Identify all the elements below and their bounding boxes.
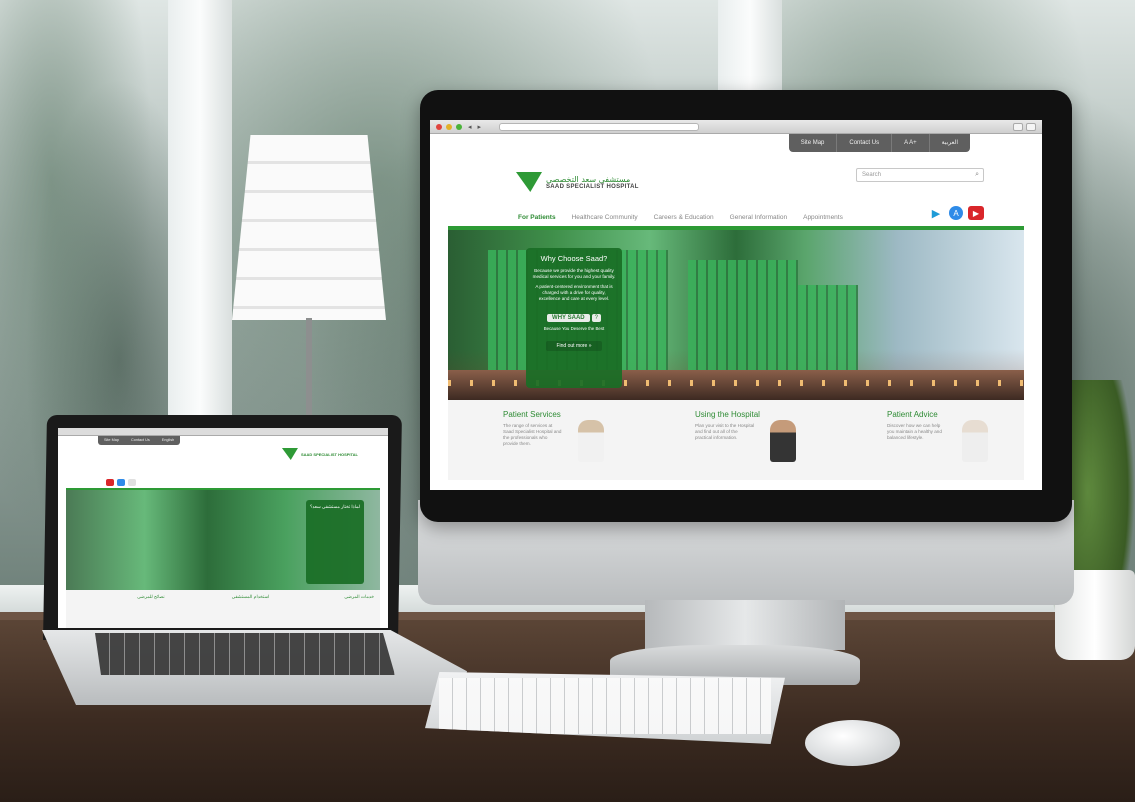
main-nav: For Patients Healthcare Community Career… xyxy=(518,214,843,221)
lamp-pole xyxy=(306,318,312,418)
tabs-icon[interactable] xyxy=(1026,122,1036,131)
services-strip: Patient Services The range of services a… xyxy=(448,400,1024,480)
service-text: Discover how we can help you maintain a … xyxy=(887,423,942,440)
app-links xyxy=(106,479,136,486)
nav-careers-education[interactable]: Careers & Education xyxy=(654,214,714,221)
imac-screen: ◂ ▸ Site Map Contact Us A A+ العربية Sea… xyxy=(430,120,1042,490)
service-title: Patient Services xyxy=(503,410,561,419)
promo-title: Why Choose Saad? xyxy=(540,254,608,263)
logo-mark-icon xyxy=(516,172,542,192)
service-title: خدمات المرضى xyxy=(344,594,375,599)
utility-bar: Site Map Contact Us English xyxy=(98,436,181,445)
service-card-using-hospital[interactable]: Using the Hospital Plan your visit to th… xyxy=(640,400,832,480)
browser-toolbar: ◂ ▸ xyxy=(430,120,1042,134)
search-icon[interactable]: ⌕ xyxy=(975,169,979,181)
google-play-icon[interactable] xyxy=(128,479,136,486)
service-card[interactable]: استخدام المستشفى xyxy=(171,590,276,628)
service-title: نصائح للمرضى xyxy=(137,594,165,599)
contact-link[interactable]: Contact Us xyxy=(125,436,156,445)
service-card-patient-services[interactable]: Patient Services The range of services a… xyxy=(448,400,640,480)
nav-for-patients[interactable]: For Patients xyxy=(518,214,556,221)
language-switch[interactable]: العربية xyxy=(930,134,970,152)
apple-logo-icon xyxy=(680,530,704,558)
nav-appointments[interactable]: Appointments xyxy=(803,214,843,221)
hospital-logo[interactable]: SAAD SPECIALIST HOSPITAL xyxy=(281,448,358,460)
family-photo xyxy=(770,420,796,462)
nav-general-information[interactable]: General Information xyxy=(730,214,787,221)
nav-healthcare-community[interactable]: Healthcare Community xyxy=(572,214,638,221)
hero-banner: لماذا تختار مستشفى سعد؟ xyxy=(66,490,380,590)
find-out-more-button[interactable]: Find out more » xyxy=(546,341,602,351)
hospital-building-image xyxy=(798,285,858,370)
service-card[interactable]: خدمات المرضى xyxy=(275,590,380,628)
service-title: استخدام المستشفى xyxy=(231,594,270,599)
desk-scene: ◂ ▸ Site Map Contact Us A A+ العربية Sea… xyxy=(0,0,1135,802)
service-title: Using the Hospital xyxy=(695,410,760,419)
logo-english-text: SAAD SPECIALIST HOSPITAL xyxy=(546,183,639,190)
minimize-window-icon[interactable] xyxy=(446,123,452,130)
youtube-icon[interactable]: ▶ xyxy=(968,206,984,220)
service-text: The range of services at Saad Specialist… xyxy=(503,423,562,446)
promo-tagline: Because You Deserve the Best xyxy=(543,326,605,331)
browser-toolbar xyxy=(58,428,388,436)
hospital-building-image xyxy=(688,260,798,370)
address-bar[interactable] xyxy=(499,122,700,131)
services-strip: نصائح للمرضى استخدام المستشفى خدمات المر… xyxy=(66,590,380,628)
font-size-toggle[interactable]: A A+ xyxy=(892,134,930,152)
nurse-photo xyxy=(962,420,988,462)
why-saad-badge: WHY SAAD xyxy=(547,314,590,322)
close-window-icon[interactable] xyxy=(436,123,442,130)
promo-title: لماذا تختار مستشفى سعد؟ xyxy=(310,504,360,509)
sitemap-link[interactable]: Site Map xyxy=(98,436,125,445)
browser-actions xyxy=(1013,122,1036,131)
why-choose-panel: Why Choose Saad? Because we provide the … xyxy=(526,248,622,388)
language-switch[interactable]: English xyxy=(156,436,180,445)
service-text: Plan your visit to the Hospital and find… xyxy=(695,423,755,440)
app-links: ▶ A ▶ xyxy=(928,206,984,220)
question-mark-icon: ? xyxy=(591,314,601,322)
promo-text: Because we provide the highest quality m… xyxy=(532,268,616,279)
laptop-screen: Site Map Contact Us English SAAD SPECIAL… xyxy=(58,428,388,628)
share-icon[interactable] xyxy=(1013,122,1023,131)
utility-bar: Site Map Contact Us A A+ العربية xyxy=(788,134,970,152)
magic-mouse xyxy=(805,720,900,766)
why-choose-panel: لماذا تختار مستشفى سعد؟ xyxy=(306,500,364,584)
laptop-keyboard xyxy=(95,633,395,675)
forward-arrow-icon[interactable]: ▸ xyxy=(478,123,482,131)
imac-stand xyxy=(645,600,845,650)
sitemap-link[interactable]: Site Map xyxy=(789,134,838,152)
app-store-icon[interactable]: A xyxy=(949,206,963,220)
promo-text: A patient-centered environment that is c… xyxy=(535,284,613,301)
service-title: Patient Advice xyxy=(887,410,938,419)
google-play-icon[interactable]: ▶ xyxy=(928,206,944,220)
search-input[interactable]: Search ⌕ xyxy=(856,168,984,182)
hospital-logo[interactable]: مستشفى سعد التخصصي SAAD SPECIALIST HOSPI… xyxy=(516,172,639,192)
app-store-icon[interactable] xyxy=(117,479,125,486)
back-arrow-icon[interactable]: ◂ xyxy=(468,123,472,131)
hero-banner: Why Choose Saad? Because we provide the … xyxy=(448,230,1024,400)
lamp-shade xyxy=(232,135,386,320)
logo-arabic-text: مستشفى سعد التخصصي xyxy=(546,174,631,184)
youtube-icon[interactable] xyxy=(106,479,114,486)
logo-mark-icon xyxy=(281,448,298,460)
contact-link[interactable]: Contact Us xyxy=(837,134,893,152)
doctors-photo xyxy=(578,420,604,462)
service-card-patient-advice[interactable]: Patient Advice Discover how we can help … xyxy=(832,400,1024,480)
search-placeholder: Search xyxy=(862,172,882,178)
logo-english-text: SAAD SPECIALIST HOSPITAL xyxy=(300,451,358,457)
maximize-window-icon[interactable] xyxy=(456,123,462,130)
service-card[interactable]: نصائح للمرضى xyxy=(66,590,171,628)
